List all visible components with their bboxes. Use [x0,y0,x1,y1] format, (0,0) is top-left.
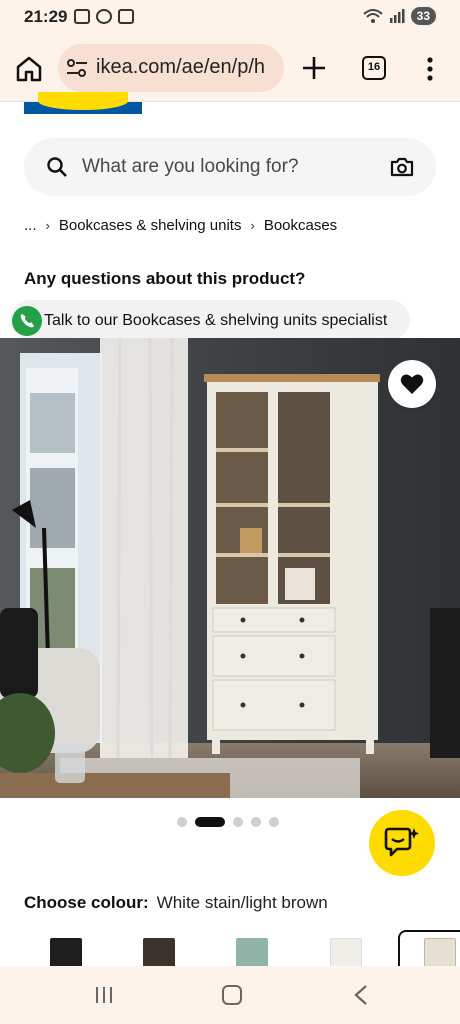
battery-indicator: 33 [410,7,436,25]
search-icon [47,157,67,177]
swatch-dark-brown[interactable] [143,938,175,968]
colour-value: White stain/light brown [156,893,328,912]
breadcrumb-ellipsis[interactable]: ... [24,217,37,234]
ikea-logo[interactable] [24,92,142,114]
breadcrumb-item-bookcases-shelving[interactable]: Bookcases & shelving units [59,217,242,234]
swatch-white-light-brown [424,938,456,968]
address-bar[interactable]: ikea.com/ae/en/p/h [58,44,284,92]
system-nav-bar [0,966,460,1024]
notification-icon [118,9,134,24]
back-icon[interactable] [352,984,370,1006]
recent-apps-icon[interactable] [94,986,114,1004]
url-text: ikea.com/ae/en/p/h [96,56,265,78]
notification-icons [74,9,134,24]
chevron-right-icon: › [250,218,255,233]
nav-home-icon[interactable] [222,985,242,1005]
tabs-icon[interactable]: 16 [362,56,386,80]
colour-selector-heading: Choose colour: White stain/light brown [24,893,328,913]
colour-swatches [0,930,460,974]
breadcrumb: ... › Bookcases & shelving units › Bookc… [24,217,337,234]
carousel-dot[interactable] [269,817,279,827]
specialist-label: Talk to our Bookcases & shelving units s… [44,312,388,329]
swatch-black[interactable] [50,938,82,968]
carousel-dot-active[interactable] [195,817,225,827]
search-placeholder: What are you looking for? [82,156,299,177]
signal-icon [389,9,405,23]
wifi-icon [362,9,383,23]
chevron-right-icon: › [45,218,50,233]
questions-heading: Any questions about this product? [24,269,306,288]
site-settings-icon[interactable] [66,58,88,78]
status-time: 21:29 [24,7,68,26]
swatch-white[interactable] [330,938,362,968]
specialist-chat-button[interactable]: Talk to our Bookcases & shelving units s… [10,300,410,340]
plus-icon[interactable] [300,54,328,82]
camera-icon[interactable] [390,156,414,178]
carousel-dot[interactable] [233,817,243,827]
messenger-icon [96,9,112,24]
carousel-indicator [177,817,279,827]
more-icon[interactable] [420,54,440,84]
home-icon[interactable] [14,54,44,84]
screenshot-icon [74,9,90,24]
status-bar: 21:29 33 [0,0,460,34]
chat-assistant-icon [384,827,419,857]
heart-icon [400,374,424,394]
carousel-dot[interactable] [177,817,187,827]
carousel-dot[interactable] [251,817,261,827]
product-image[interactable] [0,338,460,798]
breadcrumb-item-bookcases[interactable]: Bookcases [264,217,337,234]
phone-icon [12,306,42,336]
chat-assistant-button[interactable] [369,810,435,876]
favourite-button[interactable] [388,360,436,408]
search-bar[interactable]: What are you looking for? [24,138,436,196]
colour-label: Choose colour: [24,893,149,912]
swatch-green[interactable] [236,938,268,968]
